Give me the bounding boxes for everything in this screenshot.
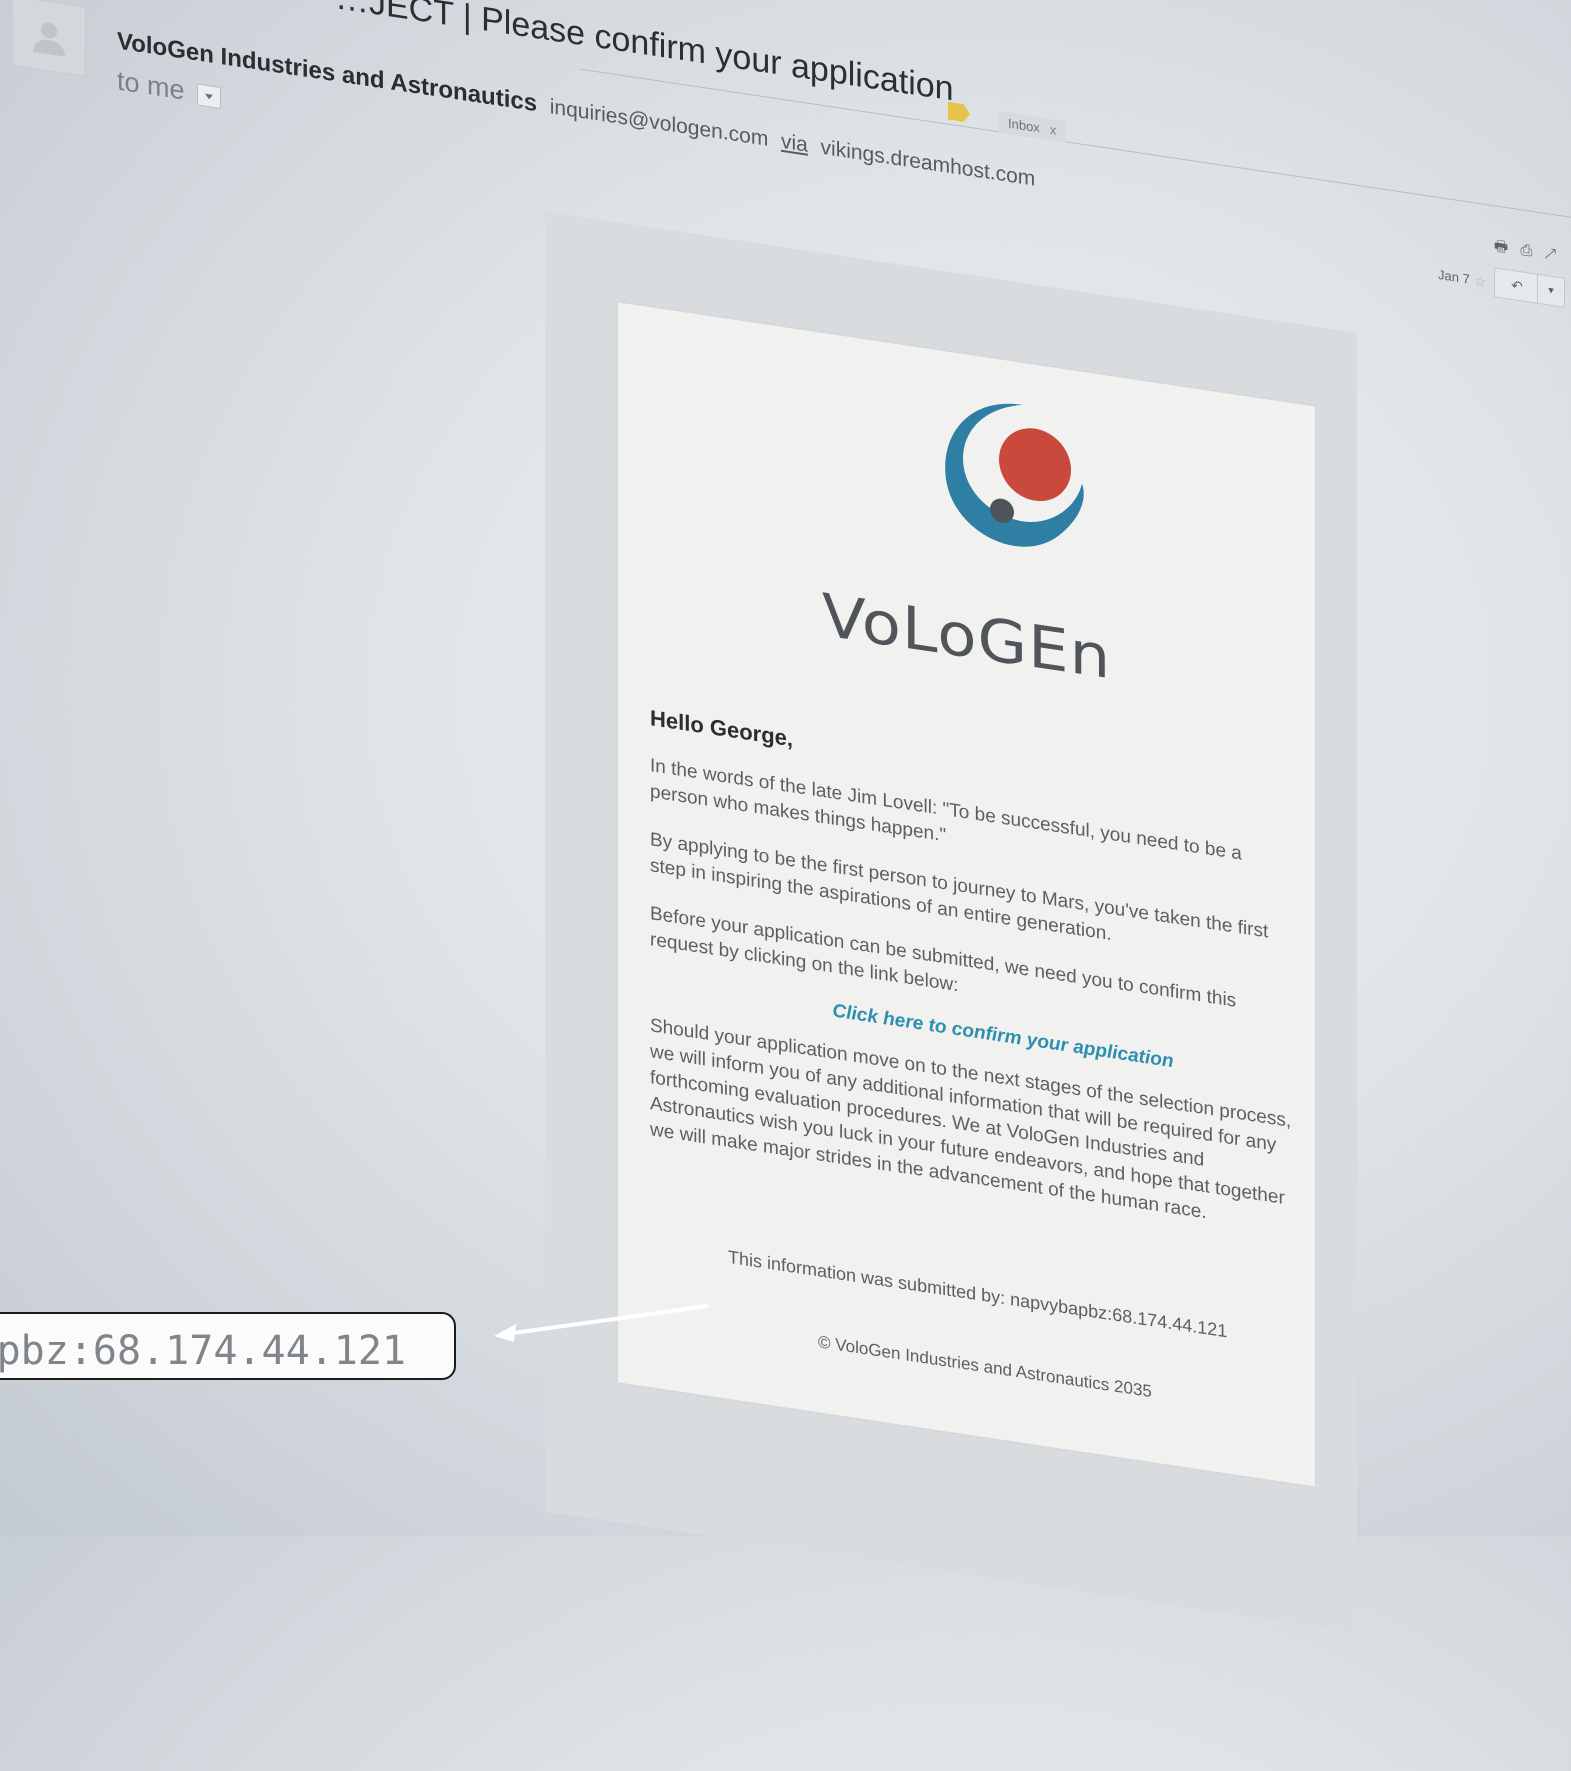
email-body-card: VoLoGEn Hello George, In the words of th… [618, 302, 1315, 1487]
show-details-dropdown-icon[interactable] [196, 83, 221, 109]
brand-wordmark: VoLoGEn [821, 581, 1112, 694]
recipient-text: to me [117, 65, 185, 106]
avatar-head-shape [41, 21, 57, 40]
vologen-logo-icon [945, 403, 1084, 547]
copyright-line: © VoloGen Industries and Astronautics 20… [818, 1332, 1152, 1402]
email-view: …JECT | Please confirm your application … [0, 0, 1571, 1771]
important-marker-icon[interactable] [948, 102, 970, 123]
ip-address-callout: apbz:68.174.44.121 [0, 1312, 456, 1380]
remove-label-icon[interactable]: x [1050, 122, 1057, 138]
inbox-label[interactable]: Inbox x [998, 111, 1067, 143]
via-link[interactable]: via [781, 130, 808, 157]
star-icon[interactable]: ☆ [1474, 272, 1487, 291]
inbox-label-text: Inbox [1008, 115, 1040, 136]
reply-button[interactable]: ↶ [1494, 267, 1540, 305]
email-content: Hello George, In the words of the late J… [650, 705, 1296, 1262]
via-host: vikings.dreamhost.com [820, 135, 1036, 191]
sender-email: inquiries@vologen.com [549, 95, 769, 151]
paragraph-next-stages: Should your application move on to the n… [650, 1015, 1292, 1224]
callout-ip-text: apbz:68.174.44.121 [0, 1328, 406, 1374]
avatar-shoulders-shape [33, 37, 65, 57]
submitted-by-line: This information was submitted by: napvy… [728, 1246, 1228, 1342]
print-and-newwindow-icons[interactable]: 🖶 ⎙ ↗ [1494, 235, 1561, 270]
email-date: Jan 7 [1438, 266, 1470, 287]
sender-avatar [12, 0, 86, 77]
email-body-frame: VoLoGEn Hello George, In the words of th… [545, 211, 1357, 1633]
more-options-button[interactable]: ▾ [1537, 273, 1565, 308]
callout-arrow-icon [494, 1304, 709, 1342]
recipient-line: to me [117, 65, 221, 111]
